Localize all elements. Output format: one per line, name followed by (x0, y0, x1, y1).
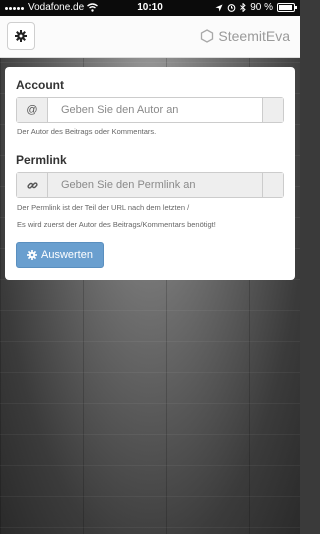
alarm-icon (227, 4, 236, 12)
hexagon-logo-icon (201, 29, 214, 43)
status-bar: Vodafone.de 10:10 90 % (0, 0, 300, 16)
evaluate-button-label: Auswerten (41, 249, 93, 261)
account-input-group: @ (16, 97, 284, 123)
bluetooth-icon (240, 3, 246, 12)
evaluate-button[interactable]: Auswerten (16, 242, 104, 268)
gear-icon (27, 250, 37, 260)
permlink-input-group (16, 172, 284, 198)
permlink-help-line2: Es wird zuerst der Autor des Beitrags/Ko… (17, 220, 216, 229)
battery-percent: 90 % (250, 2, 273, 13)
permlink-addon-right (262, 173, 283, 197)
account-help: Der Autor des Beitrags oder Kommentars. (17, 127, 157, 136)
brand-name: SteemitEva (218, 28, 290, 44)
permlink-help-line1: Der Permlink ist der Teil der URL nach d… (17, 203, 190, 212)
permlink-input[interactable] (48, 173, 262, 197)
brand: SteemitEva (200, 28, 290, 44)
account-addon-right (262, 98, 283, 122)
link-addon (17, 173, 48, 197)
account-label: Account (16, 78, 64, 92)
status-right: 90 % (215, 2, 297, 13)
at-sign-addon: @ (17, 98, 48, 122)
permlink-label: Permlink (16, 153, 67, 167)
app-header: SteemitEva (0, 16, 300, 58)
settings-button[interactable] (7, 22, 35, 50)
gear-icon (15, 30, 27, 42)
form-card: Account @ Der Autor des Beitrags oder Ko… (5, 67, 295, 280)
account-input[interactable] (48, 98, 262, 122)
link-icon (26, 181, 38, 189)
battery-icon (277, 3, 297, 12)
location-icon (215, 4, 223, 11)
